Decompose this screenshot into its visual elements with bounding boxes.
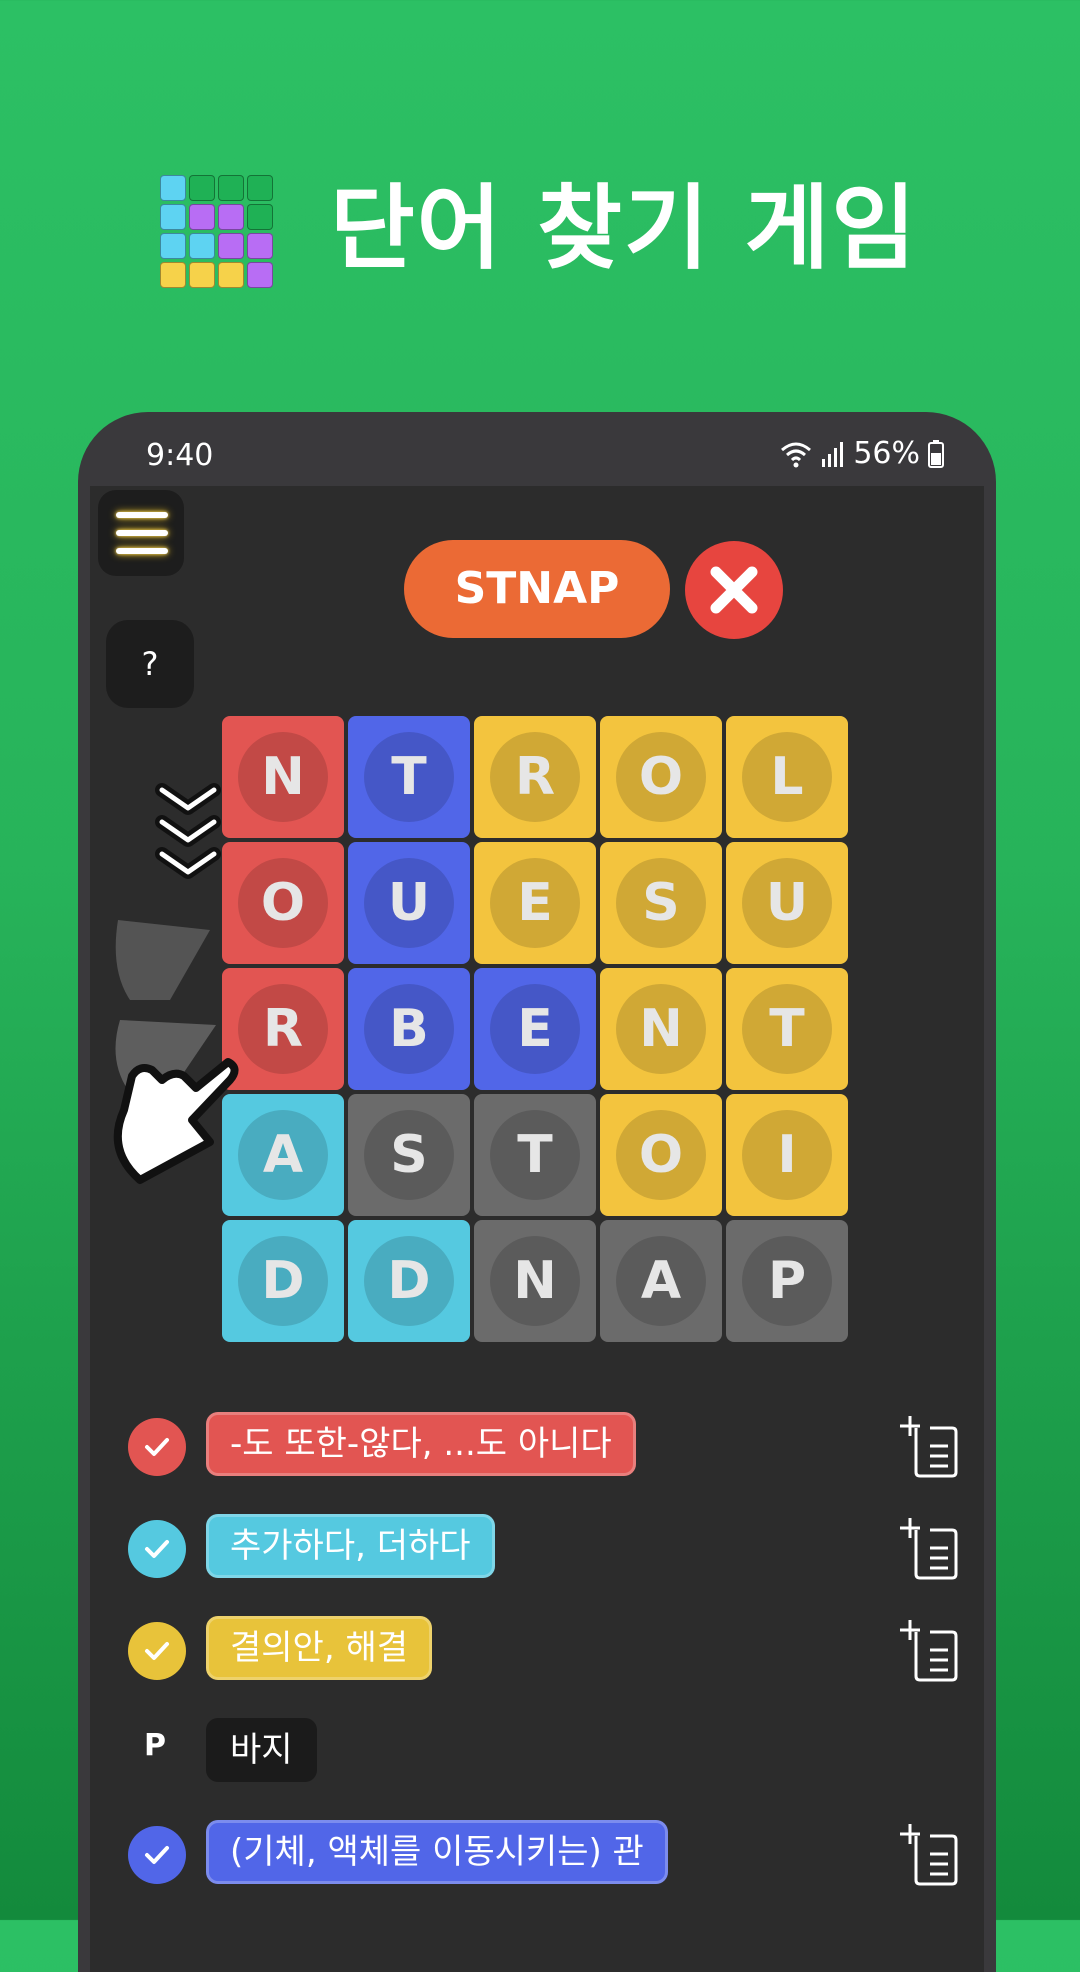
- letter-cell[interactable]: B: [348, 968, 470, 1090]
- letter-cell[interactable]: A: [600, 1220, 722, 1342]
- word-list-item[interactable]: 결의안, 해결: [128, 1616, 958, 1686]
- cell-letter: O: [260, 873, 306, 933]
- letter-cell[interactable]: R: [474, 716, 596, 838]
- word-list-item[interactable]: -도 또한-않다, ...도 아니다: [128, 1412, 958, 1482]
- word-meaning: 결의안, 해결: [206, 1616, 433, 1680]
- hamburger-icon: [116, 512, 168, 518]
- letter-cell[interactable]: D: [348, 1220, 470, 1342]
- letter-cell[interactable]: E: [474, 842, 596, 964]
- app-title: 단어 찾기 게임: [330, 175, 918, 282]
- add-to-list-icon[interactable]: [900, 1822, 960, 1886]
- cell-letter: S: [642, 873, 680, 933]
- letter-cell[interactable]: N: [600, 968, 722, 1090]
- cell-letter: E: [517, 999, 553, 1059]
- letter-cell[interactable]: E: [474, 968, 596, 1090]
- current-word: STNAP: [404, 540, 670, 638]
- status-time: 9:40: [146, 438, 214, 473]
- cell-letter: U: [387, 873, 431, 933]
- letter-cell[interactable]: L: [726, 716, 848, 838]
- letter-grid: N T R O L O U E S U R B E N T A S T O I D D N A P: [222, 716, 852, 1346]
- cell-letter: O: [638, 747, 684, 807]
- wifi-icon: [781, 442, 812, 467]
- word-list-item[interactable]: 추가하다, 더하다: [128, 1514, 958, 1584]
- cell-letter: E: [517, 873, 553, 933]
- cell-letter: N: [639, 999, 683, 1059]
- cell-letter: A: [262, 1125, 304, 1185]
- check-icon: [128, 1418, 186, 1476]
- check-icon: [128, 1826, 186, 1884]
- hint-letter: P: [144, 1728, 166, 1763]
- letter-cell[interactable]: N: [474, 1220, 596, 1342]
- add-to-list-icon[interactable]: [900, 1414, 960, 1478]
- close-icon: [710, 566, 758, 614]
- letter-cell[interactable]: S: [600, 842, 722, 964]
- cell-letter: P: [767, 1251, 807, 1311]
- word-list-item[interactable]: (기체, 액체를 이동시키는) 관: [128, 1820, 958, 1890]
- status-bar: 9:40 56%: [78, 412, 996, 482]
- battery-percent: 56%: [853, 436, 920, 471]
- cell-letter: D: [261, 1251, 305, 1311]
- hamburger-icon-line: [116, 530, 168, 536]
- cell-letter: N: [261, 747, 305, 807]
- check-icon: [128, 1622, 186, 1680]
- app-header: 단어 찾기 게임: [0, 160, 1080, 300]
- cell-letter: A: [640, 1251, 682, 1311]
- cell-letter: U: [765, 873, 809, 933]
- cell-letter: L: [770, 747, 804, 807]
- cell-letter: I: [777, 1125, 797, 1185]
- cell-letter: T: [517, 1125, 553, 1185]
- cell-letter: N: [513, 1251, 557, 1311]
- add-to-list-icon[interactable]: [900, 1516, 960, 1580]
- signal-icon: [822, 441, 844, 467]
- cell-letter: T: [391, 747, 427, 807]
- grid-logo-icon: [160, 175, 276, 291]
- letter-cell[interactable]: T: [348, 716, 470, 838]
- cell-letter: D: [387, 1251, 431, 1311]
- letter-cell[interactable]: O: [600, 716, 722, 838]
- letter-cell[interactable]: D: [222, 1220, 344, 1342]
- add-to-list-icon[interactable]: [900, 1618, 960, 1682]
- help-button[interactable]: ?: [106, 620, 194, 708]
- cell-letter: S: [390, 1125, 428, 1185]
- word-list-item[interactable]: P 바지: [128, 1718, 958, 1788]
- swipe-hint-icon: [113, 783, 239, 1184]
- letter-cell[interactable]: O: [600, 1094, 722, 1216]
- hamburger-icon-line: [116, 548, 168, 554]
- letter-cell[interactable]: S: [348, 1094, 470, 1216]
- letter-cell[interactable]: T: [726, 968, 848, 1090]
- word-meaning: -도 또한-않다, ...도 아니다: [206, 1412, 636, 1476]
- cell-letter: B: [389, 999, 429, 1059]
- letter-cell[interactable]: I: [726, 1094, 848, 1216]
- word-meaning: 추가하다, 더하다: [206, 1514, 495, 1578]
- menu-button[interactable]: [98, 490, 184, 576]
- word-meaning: 바지: [206, 1718, 317, 1782]
- cell-letter: R: [514, 747, 556, 807]
- cell-letter: O: [638, 1125, 684, 1185]
- battery-icon: [928, 439, 944, 468]
- letter-cell[interactable]: U: [726, 842, 848, 964]
- clear-word-button[interactable]: [685, 541, 783, 639]
- letter-cell[interactable]: T: [474, 1094, 596, 1216]
- check-icon: [128, 1520, 186, 1578]
- word-meaning: (기체, 액체를 이동시키는) 관: [206, 1820, 668, 1884]
- cell-letter: T: [769, 999, 805, 1059]
- cell-letter: R: [262, 999, 304, 1059]
- letter-cell[interactable]: U: [348, 842, 470, 964]
- letter-cell[interactable]: P: [726, 1220, 848, 1342]
